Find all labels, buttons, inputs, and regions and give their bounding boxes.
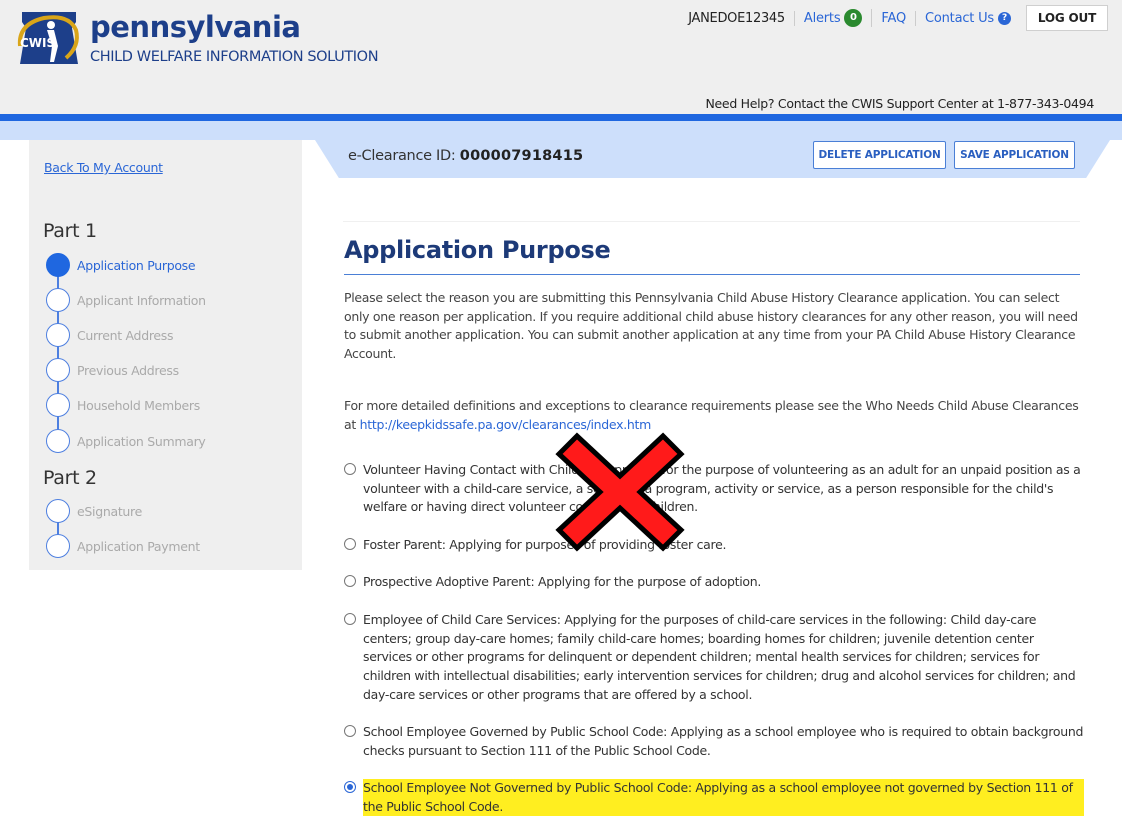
step-label: Application Purpose — [77, 257, 196, 273]
header-band — [0, 121, 1122, 140]
alerts-label: Alerts — [803, 10, 841, 26]
page-title: Application Purpose — [344, 236, 611, 264]
step-label: Previous Address — [77, 362, 179, 378]
purpose-option-foster-parent[interactable]: Foster Parent: Applying for purposes of … — [344, 536, 1084, 555]
save-application-button[interactable]: SAVE APPLICATION — [954, 141, 1075, 169]
eclearance-label: e-Clearance ID: — [348, 148, 456, 164]
part-2-title: Part 2 — [43, 467, 97, 489]
clearances-link[interactable]: http://keepkidssafe.pa.gov/clearances/in… — [360, 417, 652, 432]
step-esignature[interactable]: eSignature — [46, 499, 142, 523]
purpose-option-volunteer[interactable]: Volunteer Having Contact with Children: … — [344, 461, 1084, 517]
radio-button-selected[interactable] — [344, 781, 356, 793]
title-divider — [344, 274, 1080, 275]
top-navigation: JANEDOE12345 Alerts 0 FAQ Contact Us ? L… — [688, 5, 1108, 31]
delete-application-button[interactable]: DELETE APPLICATION — [813, 141, 946, 169]
step-current-address[interactable]: Current Address — [46, 323, 174, 347]
step-label: Applicant Information — [77, 292, 206, 308]
step-application-purpose[interactable]: Application Purpose — [46, 253, 196, 277]
step-indicator-icon — [46, 323, 70, 347]
step-indicator-icon — [46, 358, 70, 382]
part-1-title: Part 1 — [43, 220, 97, 242]
step-indicator-icon — [46, 499, 70, 523]
purpose-option-school-employee-governed[interactable]: School Employee Governed by Public Schoo… — [344, 723, 1084, 760]
option-label: School Employee Not Governed by Public S… — [363, 779, 1084, 817]
support-contact-text: Need Help? Contact the CWIS Support Cent… — [705, 96, 1094, 111]
step-applicant-information[interactable]: Applicant Information — [46, 288, 206, 312]
step-household-members[interactable]: Household Members — [46, 393, 200, 417]
brand-name: pennsylvania — [90, 10, 301, 44]
username: JANEDOE12345 — [688, 10, 795, 26]
alerts-count-badge: 0 — [844, 9, 863, 27]
steps-connector-line — [57, 521, 59, 535]
option-label: School Employee Governed by Public Schoo… — [363, 724, 1084, 758]
step-label: eSignature — [77, 503, 142, 519]
option-label: Foster Parent: Applying for purposes of … — [363, 537, 727, 552]
step-indicator-icon — [46, 253, 70, 277]
step-indicator-icon — [46, 288, 70, 312]
cwis-logo-icon[interactable]: CWIS — [14, 6, 84, 72]
radio-button[interactable] — [344, 725, 356, 737]
radio-button[interactable] — [344, 613, 356, 625]
help-icon: ? — [998, 11, 1011, 25]
definitions-paragraph: For more detailed definitions and except… — [344, 397, 1084, 434]
step-label: Household Members — [77, 397, 200, 413]
purpose-option-adoptive-parent[interactable]: Prospective Adoptive Parent: Applying fo… — [344, 573, 1084, 592]
radio-button[interactable] — [344, 463, 356, 475]
intro-paragraph: Please select the reason you are submitt… — [344, 290, 1078, 362]
eclearance-id: e-Clearance ID: 000007918415 — [348, 148, 583, 164]
radio-button[interactable] — [344, 538, 356, 550]
purpose-option-school-employee-not-governed[interactable]: School Employee Not Governed by Public S… — [344, 779, 1084, 817]
logout-button[interactable]: LOG OUT — [1026, 5, 1108, 31]
brand-subtitle: CHILD WELFARE INFORMATION SOLUTION — [90, 49, 379, 65]
svg-text:CWIS: CWIS — [20, 36, 55, 50]
contact-us-label: Contact Us — [925, 10, 994, 26]
step-label: Current Address — [77, 327, 174, 343]
faq-link[interactable]: FAQ — [872, 10, 916, 26]
alerts-link[interactable]: Alerts 0 — [795, 9, 873, 27]
message-area — [343, 190, 1080, 222]
step-previous-address[interactable]: Previous Address — [46, 358, 179, 382]
step-indicator-icon — [46, 429, 70, 453]
radio-button[interactable] — [344, 575, 356, 587]
back-to-account-link[interactable]: Back To My Account — [44, 160, 163, 175]
header-accent-bar — [0, 114, 1122, 121]
step-label: Application Payment — [77, 538, 200, 554]
step-indicator-icon — [46, 393, 70, 417]
eclearance-value: 000007918415 — [459, 148, 584, 164]
step-application-summary[interactable]: Application Summary — [46, 429, 206, 453]
option-label: Prospective Adoptive Parent: Applying fo… — [363, 574, 762, 589]
contact-us-link[interactable]: Contact Us ? — [916, 11, 1020, 26]
option-label: Volunteer Having Contact with Children: … — [363, 462, 1081, 515]
step-label: Application Summary — [77, 433, 206, 449]
option-label: Employee of Child Care Services: Applyin… — [363, 612, 1076, 702]
site-header: CWIS pennsylvania CHILD WELFARE INFORMAT… — [0, 0, 1122, 114]
step-indicator-icon — [46, 534, 70, 558]
purpose-option-child-care-employee[interactable]: Employee of Child Care Services: Applyin… — [344, 611, 1084, 705]
step-application-payment[interactable]: Application Payment — [46, 534, 200, 558]
